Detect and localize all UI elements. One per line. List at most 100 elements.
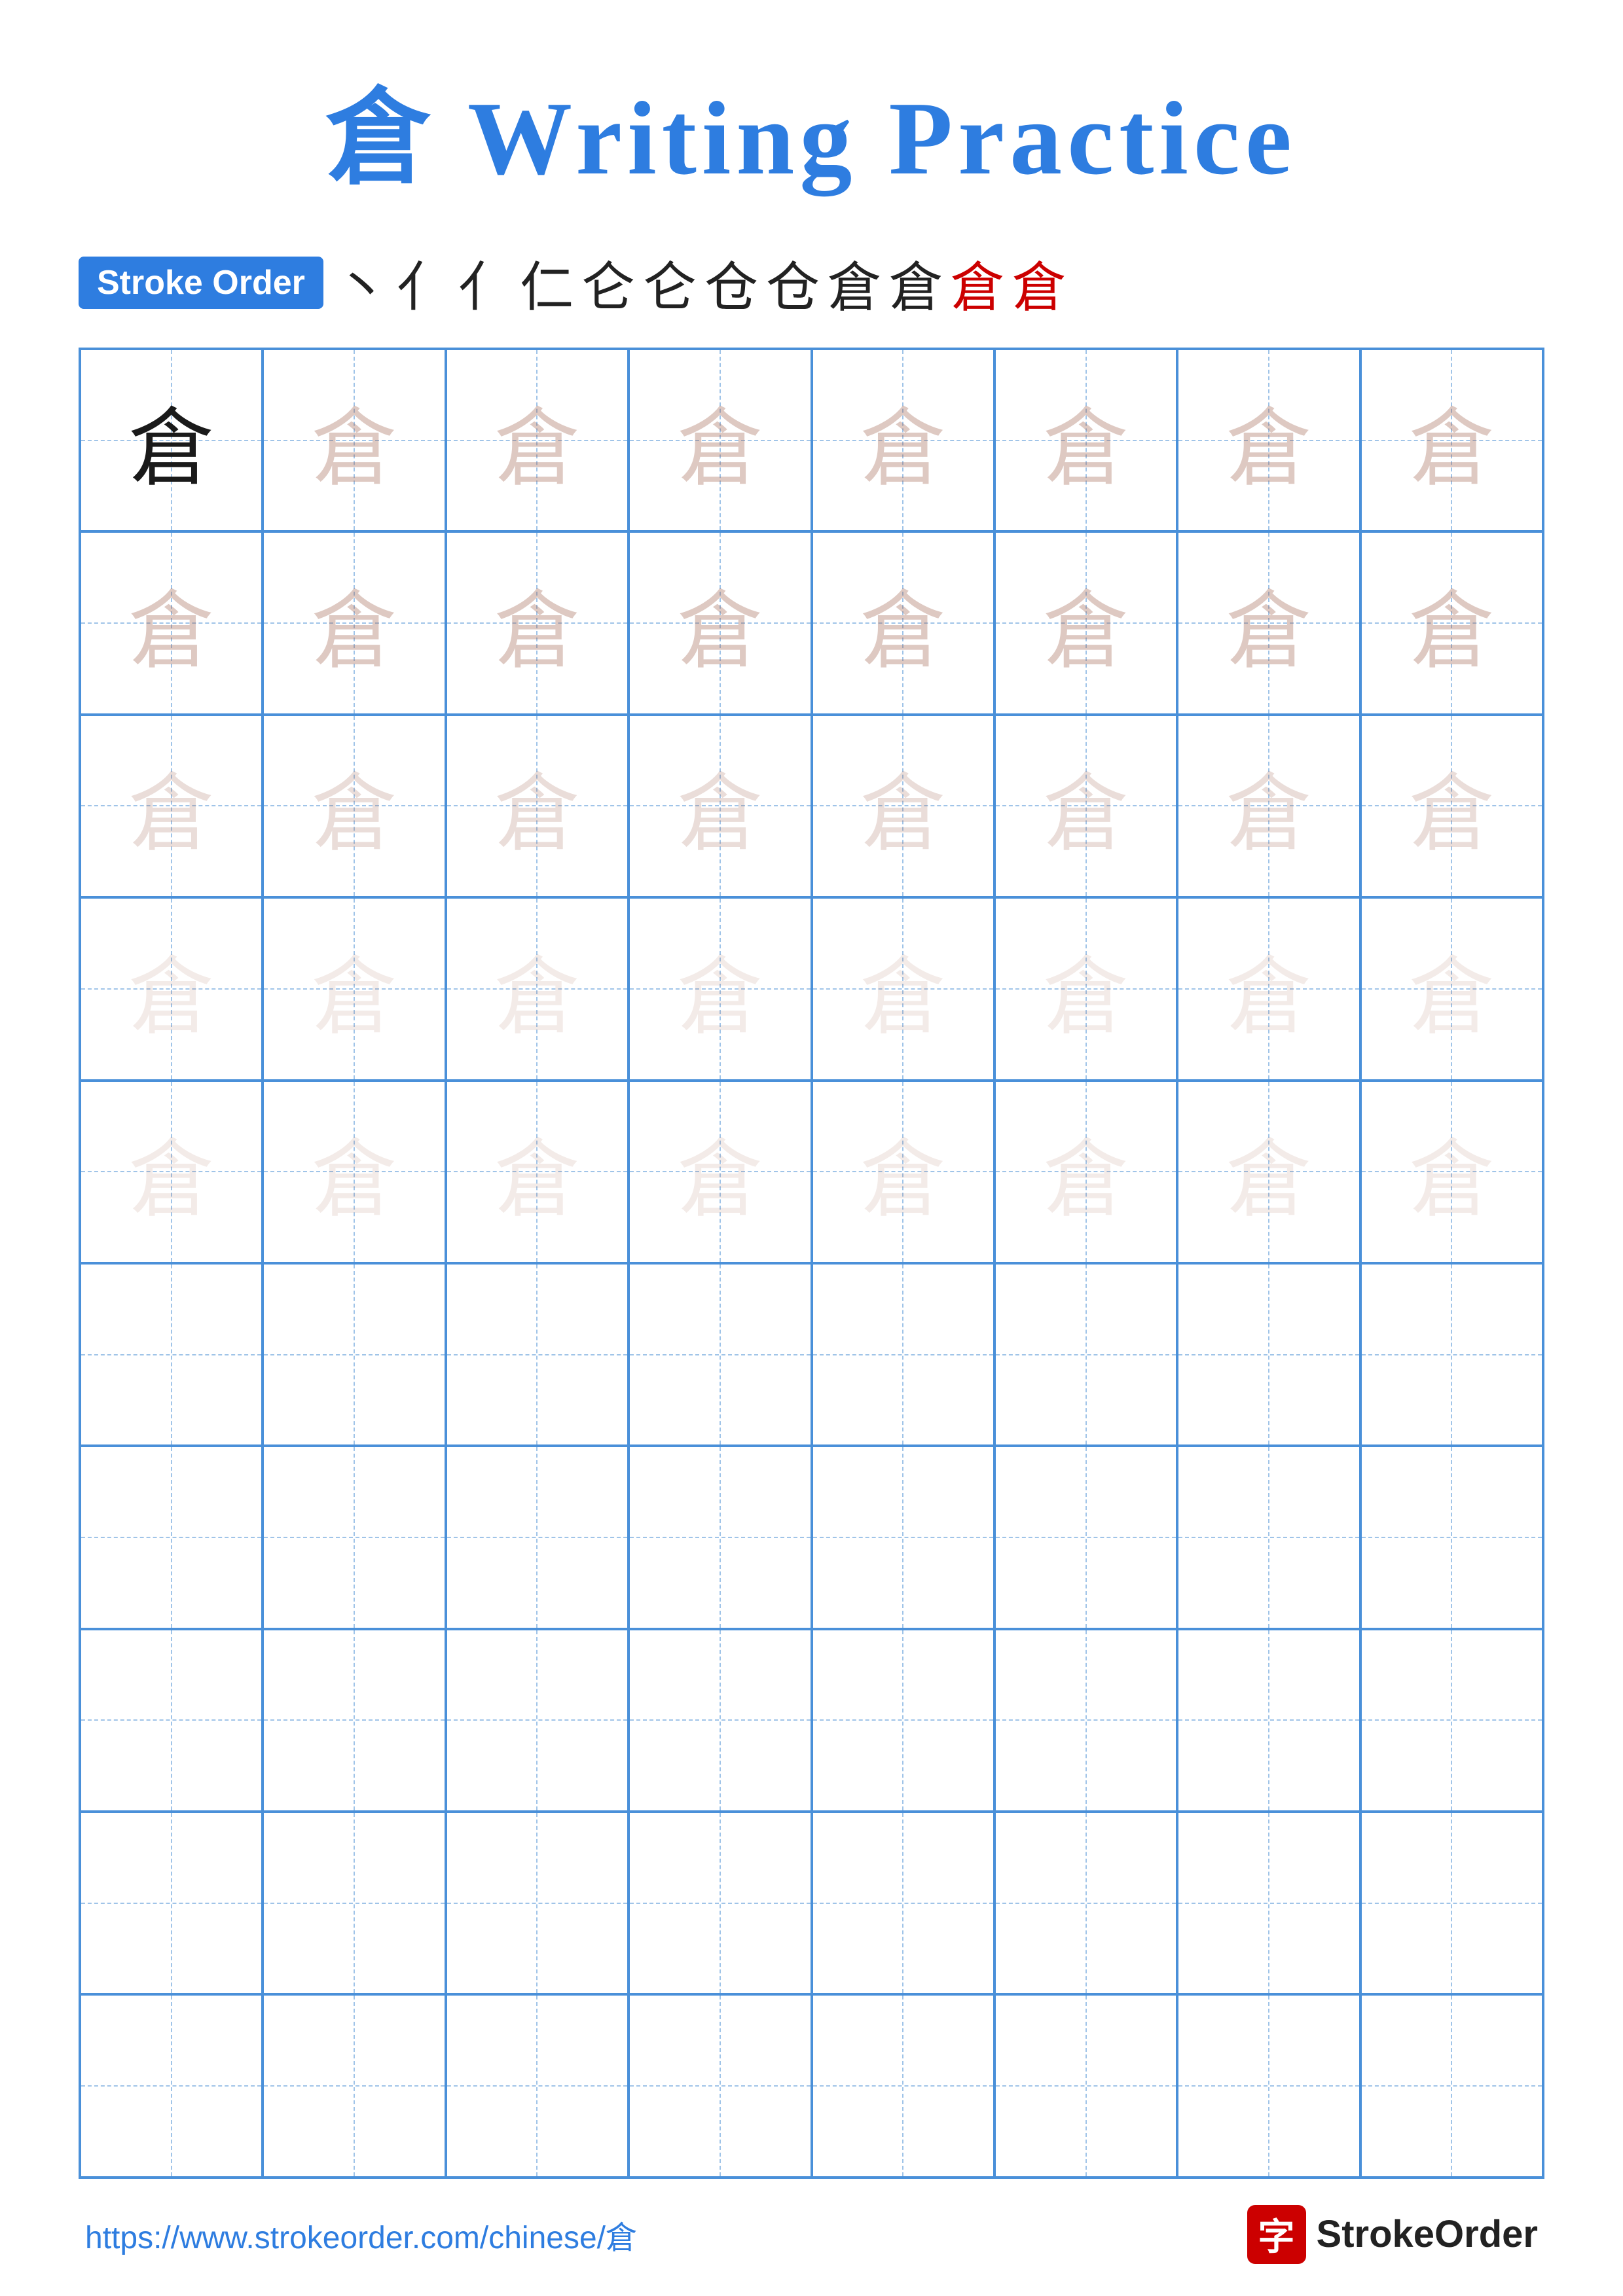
- grid-cell[interactable]: [812, 1263, 994, 1446]
- grid-cell[interactable]: 倉: [1177, 1081, 1360, 1263]
- grid-cell[interactable]: 倉: [1177, 349, 1360, 531]
- writing-grid-wrapper: 倉倉倉倉倉倉倉倉倉倉倉倉倉倉倉倉倉倉倉倉倉倉倉倉倉倉倉倉倉倉倉倉倉倉倉倉倉倉倉倉: [79, 348, 1544, 2179]
- grid-cell[interactable]: 倉: [1177, 897, 1360, 1080]
- grid-cell[interactable]: 倉: [1177, 715, 1360, 897]
- guide-character: 倉: [1409, 1110, 1494, 1233]
- grid-cell[interactable]: [629, 1629, 811, 1812]
- grid-cell[interactable]: 倉: [80, 349, 263, 531]
- stroke-1: 丶: [335, 243, 389, 321]
- grid-cell[interactable]: 倉: [263, 897, 445, 1080]
- grid-cell[interactable]: [1177, 1629, 1360, 1812]
- grid-cell[interactable]: 倉: [629, 1081, 811, 1263]
- grid-cell[interactable]: [629, 1812, 811, 1994]
- stroke-8: 仓: [766, 243, 820, 321]
- grid-cell[interactable]: [80, 1263, 263, 1446]
- grid-cell[interactable]: 倉: [994, 531, 1177, 714]
- stroke-4: 仁: [520, 243, 574, 321]
- grid-cell[interactable]: 倉: [812, 897, 994, 1080]
- grid-cell[interactable]: [263, 1812, 445, 1994]
- grid-cell[interactable]: [80, 1629, 263, 1812]
- grid-cell[interactable]: 倉: [629, 531, 811, 714]
- guide-character: 倉: [494, 1110, 579, 1233]
- grid-cell[interactable]: [994, 1446, 1177, 1628]
- grid-cell[interactable]: 倉: [263, 715, 445, 897]
- grid-cell[interactable]: 倉: [80, 531, 263, 714]
- grid-cell[interactable]: [812, 1446, 994, 1628]
- grid-cell[interactable]: 倉: [812, 531, 994, 714]
- grid-cell[interactable]: [1177, 1446, 1360, 1628]
- grid-cell[interactable]: [1360, 1263, 1543, 1446]
- grid-cell[interactable]: [629, 1994, 811, 2177]
- grid-cell[interactable]: [263, 1446, 445, 1628]
- grid-cell[interactable]: [1360, 1994, 1543, 2177]
- grid-cell[interactable]: 倉: [80, 715, 263, 897]
- grid-cell[interactable]: 倉: [446, 715, 629, 897]
- stroke-5: 仑: [581, 243, 635, 321]
- grid-cell[interactable]: 倉: [994, 897, 1177, 1080]
- grid-cell[interactable]: 倉: [629, 349, 811, 531]
- stroke-2: 亻: [397, 243, 450, 321]
- grid-cell[interactable]: 倉: [994, 349, 1177, 531]
- footer: https://www.strokeorder.com/chinese/倉 字 …: [79, 2205, 1544, 2264]
- grid-cell[interactable]: 倉: [1360, 715, 1543, 897]
- grid-cell[interactable]: 倉: [263, 531, 445, 714]
- grid-cell[interactable]: 倉: [446, 349, 629, 531]
- grid-cell[interactable]: [994, 1994, 1177, 2177]
- grid-cell[interactable]: [1177, 1812, 1360, 1994]
- grid-cell[interactable]: [1360, 1812, 1543, 1994]
- grid-cell[interactable]: 倉: [263, 1081, 445, 1263]
- grid-cell[interactable]: [994, 1629, 1177, 1812]
- guide-character: 倉: [129, 1110, 214, 1233]
- grid-cell[interactable]: 倉: [1360, 349, 1543, 531]
- grid-cell[interactable]: [812, 1812, 994, 1994]
- grid-cell[interactable]: [263, 1629, 445, 1812]
- grid-cell[interactable]: 倉: [1360, 531, 1543, 714]
- grid-cell[interactable]: [263, 1263, 445, 1446]
- grid-cell[interactable]: 倉: [812, 1081, 994, 1263]
- grid-cell[interactable]: [1177, 1994, 1360, 2177]
- grid-cell[interactable]: 倉: [812, 349, 994, 531]
- grid-cell[interactable]: [1360, 1446, 1543, 1628]
- guide-character: 倉: [129, 927, 214, 1050]
- grid-cell[interactable]: [629, 1446, 811, 1628]
- grid-cell[interactable]: [1177, 1263, 1360, 1446]
- grid-cell[interactable]: 倉: [629, 715, 811, 897]
- grid-cell[interactable]: 倉: [263, 349, 445, 531]
- grid-cell[interactable]: [446, 1812, 629, 1994]
- grid-cell[interactable]: 倉: [994, 715, 1177, 897]
- grid-cell[interactable]: [994, 1812, 1177, 1994]
- grid-cell[interactable]: [446, 1994, 629, 2177]
- guide-character: 倉: [860, 927, 945, 1050]
- grid-cell[interactable]: 倉: [629, 897, 811, 1080]
- grid-cell[interactable]: 倉: [446, 1081, 629, 1263]
- grid-cell[interactable]: [812, 1994, 994, 2177]
- grid-cell[interactable]: [446, 1629, 629, 1812]
- guide-character: 倉: [494, 379, 579, 502]
- guide-character: 倉: [1226, 1110, 1311, 1233]
- stroke-order-chars: 丶 亻 亻 仁 仑 仑 仓 仓 倉 倉 倉 倉: [335, 243, 1066, 321]
- grid-cell[interactable]: [80, 1812, 263, 1994]
- guide-character: 倉: [1226, 744, 1311, 867]
- grid-cell[interactable]: [263, 1994, 445, 2177]
- guide-character: 倉: [312, 562, 397, 685]
- grid-cell[interactable]: 倉: [1360, 897, 1543, 1080]
- grid-cell[interactable]: [1360, 1629, 1543, 1812]
- grid-cell[interactable]: 倉: [80, 1081, 263, 1263]
- grid-cell[interactable]: [80, 1446, 263, 1628]
- grid-cell[interactable]: 倉: [812, 715, 994, 897]
- grid-cell[interactable]: 倉: [446, 897, 629, 1080]
- grid-cell[interactable]: 倉: [446, 531, 629, 714]
- grid-cell[interactable]: [80, 1994, 263, 2177]
- footer-url[interactable]: https://www.strokeorder.com/chinese/倉: [85, 2212, 637, 2257]
- guide-character: 倉: [1226, 927, 1311, 1050]
- grid-cell[interactable]: [629, 1263, 811, 1446]
- guide-character: 倉: [494, 744, 579, 867]
- grid-cell[interactable]: 倉: [994, 1081, 1177, 1263]
- grid-cell[interactable]: 倉: [1177, 531, 1360, 714]
- grid-cell[interactable]: [994, 1263, 1177, 1446]
- grid-cell[interactable]: [812, 1629, 994, 1812]
- grid-cell[interactable]: 倉: [80, 897, 263, 1080]
- grid-cell[interactable]: [446, 1263, 629, 1446]
- grid-cell[interactable]: 倉: [1360, 1081, 1543, 1263]
- grid-cell[interactable]: [446, 1446, 629, 1628]
